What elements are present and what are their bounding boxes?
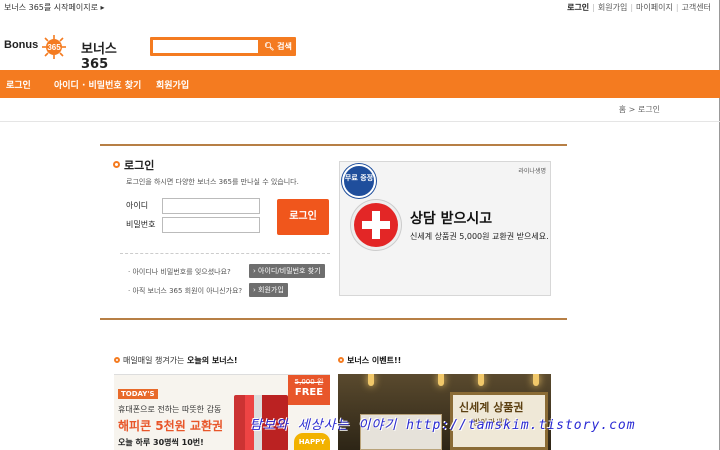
site-logo[interactable]: Bonus 365 보너스 365 [4,34,144,72]
password-label: 비밀번호 [126,220,156,229]
event-heading: 보너스 이벤트!! [338,355,401,366]
breadcrumb-bar: 홈 > 로그인 [0,98,720,122]
promo-line-1: 휴대폰으로 전하는 따뜻한 감동 [118,405,222,414]
lamp-icon [533,374,539,386]
nav-item-signup[interactable]: 회원가입 [156,78,189,91]
event-heading-text: 보너스 이벤트!! [347,356,402,365]
top-utility-bar: 보너스 365를 시작페이지로 ▸ 로그인 | 회원가입 | 마이페이지 | 고객센터 [0,0,720,14]
logo-text-bonus: Bonus [4,39,39,51]
bullet-icon [114,357,120,363]
today-heading-prefix: 매일매일 챙겨가는 [123,356,187,365]
lamp-icon [478,374,484,386]
promo-line-3: 오늘 하루 30명씩 10번! [118,438,204,447]
login-heading: 로그인 [113,157,154,173]
todays-badge: TODAY'S [118,389,158,399]
happy-label: HAPPY [294,433,330,450]
logo-sun-icon: 365 [42,35,66,59]
free-label: FREE [294,387,324,398]
search-button[interactable]: 🔍︎ 검색 [262,39,294,54]
nav-item-login[interactable]: 로그인 [6,78,31,91]
search-icon: 🔍︎ [264,42,275,51]
ad-headline: 상담 받으시고 [410,211,493,227]
lamp-icon [438,374,444,386]
event-frame-title: 신세계 상품권 [459,401,524,414]
password-input[interactable] [162,217,260,233]
login-heading-text: 로그인 [124,159,155,172]
top-link-login[interactable]: 로그인 [564,3,592,12]
top-links: 로그인 | 회원가입 | 마이페이지 | 고객센터 [564,2,714,13]
price-tag: 5,000 원 FREE [288,375,330,405]
old-price: 5,000 원 [294,378,324,386]
set-homepage-link[interactable]: 보너스 365를 시작페이지로 ▸ [4,2,105,13]
login-description: 로그인을 하시면 다양한 보너스 365를 만나실 수 있습니다. [126,178,299,186]
divider [120,253,330,254]
not-member-text: · 아직 보너스 365 회원이 아니신가요? [128,287,243,295]
ad-brand: 라이나생명 [518,168,546,175]
signup-button[interactable]: › 회원가입 [249,283,288,297]
logo-text-korean: 보너스 365 [81,42,117,72]
search-box: 🔍︎ 검색 [150,37,296,56]
section-rule-top [100,144,567,146]
nav-item-find-account[interactable]: 아이디 · 비밀번호 찾기 [54,78,141,91]
find-account-button[interactable]: › 아이디/비밀번호 찾기 [249,264,325,278]
today-heading-bold: 오늘의 보너스! [186,356,238,365]
blog-watermark: 탐보와 세상사는 이야기 http://tamskim.tistory.com [250,418,636,433]
top-link-mypage[interactable]: 마이페이지 [633,3,676,12]
bullet-icon [113,161,120,168]
consultation-ad-banner[interactable]: 무료 증정 라이나생명 상담 받으시고 신세계 상품권 5,000원 교환권 받… [339,161,551,296]
ad-subtext: 신세계 상품권 5,000원 교환권 받으세요. [410,232,549,241]
logo-number: 365 [47,43,61,52]
promo-line-2: 해피콘 5천원 교환권 [118,419,224,433]
today-bonus-banner[interactable]: TODAY'S 휴대폰으로 전하는 따뜻한 감동 해피콘 5천원 교환권 오늘 … [114,374,330,450]
forgot-credentials-text: · 아이디나 비밀번호를 잊으셨나요? [128,268,231,276]
bullet-icon [338,357,344,363]
search-button-label: 검색 [277,42,292,51]
search-input[interactable] [153,40,258,53]
free-gift-badge: 무료 증정 [342,164,376,198]
lamp-icon [368,374,374,386]
event-banner[interactable]: 신세계 상품권 받아가세요 [338,374,551,450]
main-nav: 로그인 아이디 · 비밀번호 찾기 회원가입 [0,70,720,98]
top-link-signup[interactable]: 회원가입 [595,3,630,12]
id-label: 아이디 [126,201,149,210]
login-button[interactable]: 로그인 [277,199,329,235]
today-bonus-heading: 매일매일 챙겨가는 오늘의 보너스! [114,355,238,366]
section-rule-bottom [100,318,567,320]
id-input[interactable] [162,198,260,214]
breadcrumb: 홈 > 로그인 [618,105,660,114]
top-link-support[interactable]: 고객센터 [679,3,714,12]
red-cross-icon [354,203,398,247]
